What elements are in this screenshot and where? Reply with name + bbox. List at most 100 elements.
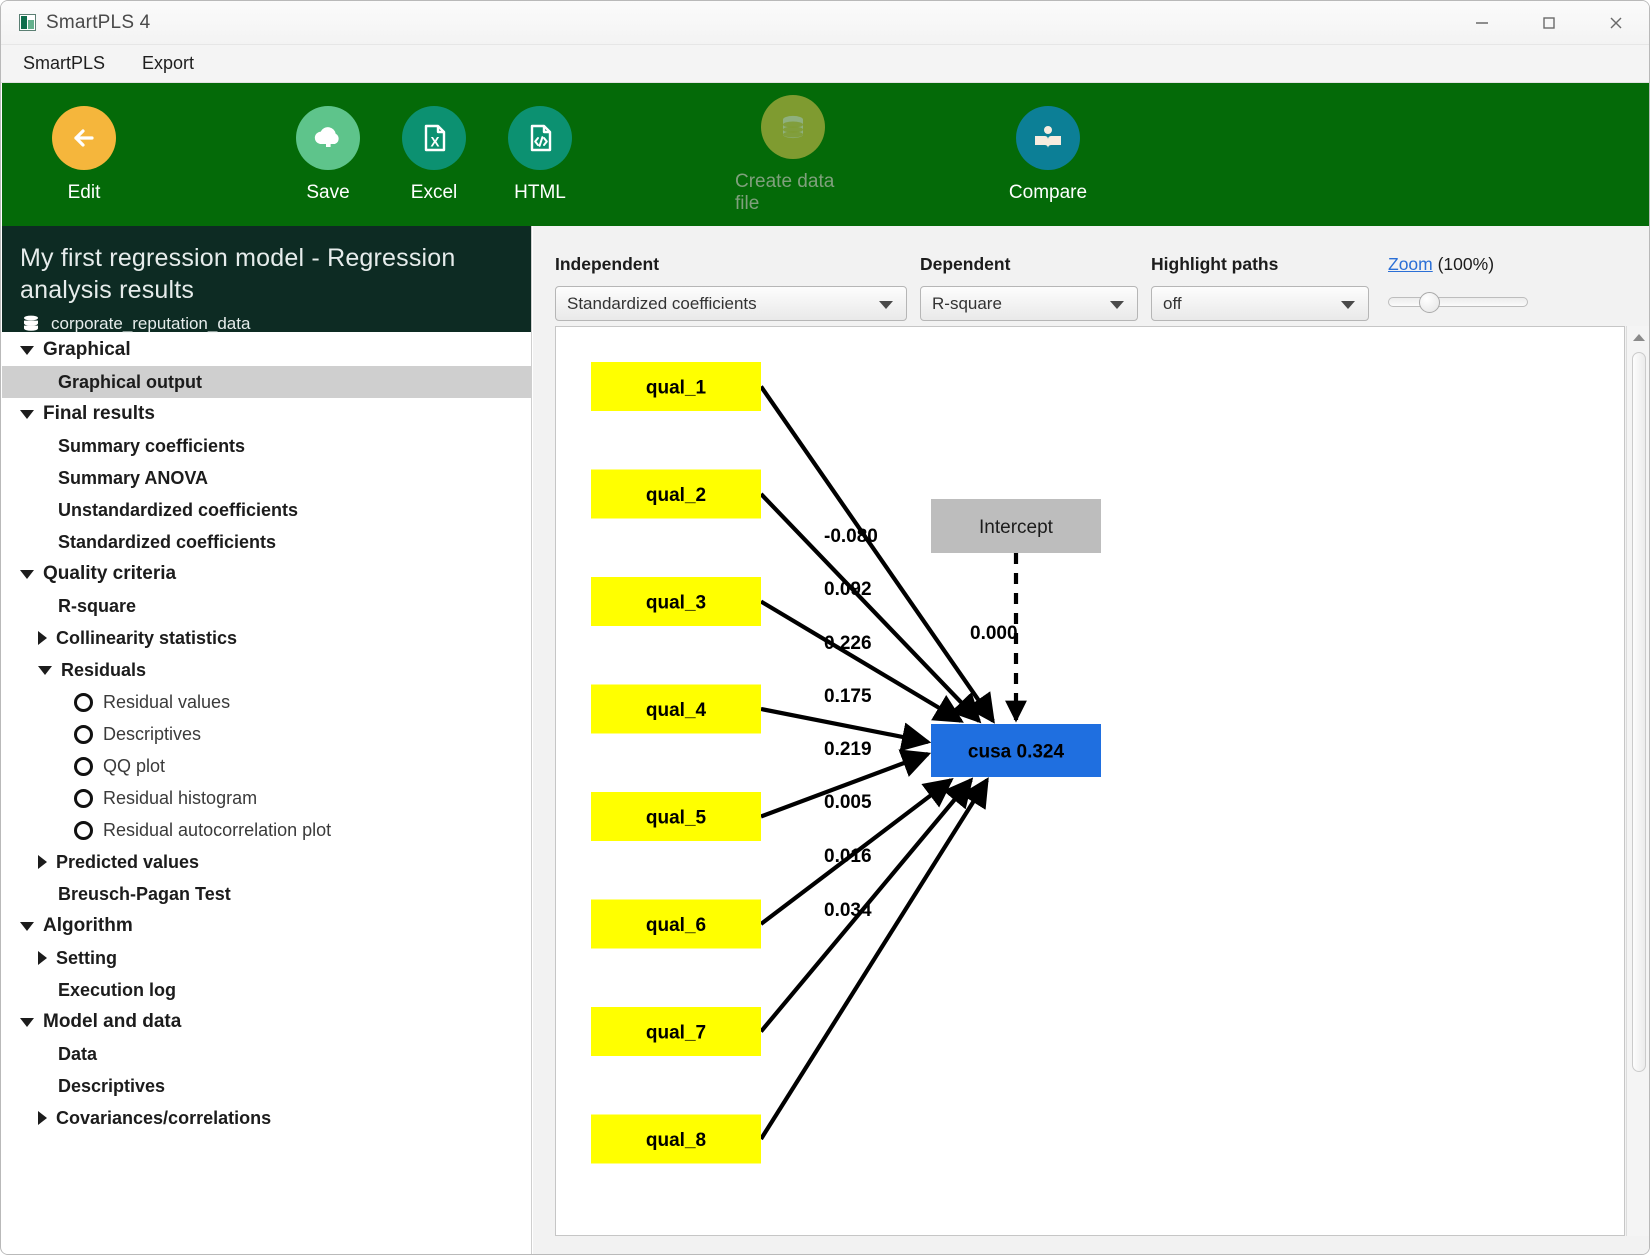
caret-down-icon[interactable]	[20, 346, 34, 355]
path-coefficient-qual_6: 0.005	[824, 792, 872, 813]
path-coefficient-qual_4: 0.175	[824, 686, 872, 707]
scrollbar-thumb[interactable]	[1632, 352, 1646, 1072]
sidebar-item-label: Graphical output	[58, 372, 202, 393]
toolbar-label-edit: Edit	[68, 182, 101, 204]
path-edge-qual_4[interactable]	[761, 709, 928, 742]
sidebar-item-descriptives[interactable]: Descriptives	[2, 1070, 531, 1102]
toolbar-button-excel[interactable]: X Excel	[376, 106, 492, 204]
sidebar-item-residual-autocorrelation-plot[interactable]: Residual autocorrelation plot	[2, 814, 531, 846]
sidebar-item-final-results[interactable]: Final results	[2, 398, 531, 430]
radio-circle-icon[interactable]	[74, 693, 93, 712]
sidebar-item-data[interactable]: Data	[2, 1038, 531, 1070]
predictor-node-label: qual_5	[646, 808, 707, 829]
sidebar-item-algorithm[interactable]: Algorithm	[2, 910, 531, 942]
path-coefficient-qual_7: 0.016	[824, 846, 872, 867]
scroll-up-icon[interactable]	[1633, 334, 1645, 341]
caret-right-icon[interactable]	[38, 631, 47, 645]
menu-item-smartpls[interactable]: SmartPLS	[21, 49, 107, 78]
zoom-control: Zoom (100%)	[1388, 254, 1528, 318]
chevron-down-icon	[879, 301, 893, 309]
sidebar-item-descriptives[interactable]: Descriptives	[2, 718, 531, 750]
sidebar-item-residual-histogram[interactable]: Residual histogram	[2, 782, 531, 814]
sidebar-item-r-square[interactable]: R-square	[2, 590, 531, 622]
title-bar: SmartPLS 4	[1, 1, 1649, 45]
sidebar-item-quality-criteria[interactable]: Quality criteria	[2, 558, 531, 590]
sidebar-item-label: Standardized coefficients	[58, 532, 276, 553]
caret-down-icon[interactable]	[38, 666, 52, 675]
sidebar-item-label: Execution log	[58, 980, 176, 1001]
sidebar-item-summary-coefficients[interactable]: Summary coefficients	[2, 430, 531, 462]
sidebar-item-label: R-square	[58, 596, 136, 617]
sidebar-item-qq-plot[interactable]: QQ plot	[2, 750, 531, 782]
window-controls	[1448, 1, 1649, 45]
maximize-icon[interactable]	[1515, 1, 1582, 45]
window-title: SmartPLS 4	[46, 12, 150, 34]
toolbar-label-excel: Excel	[411, 182, 457, 204]
sidebar-item-label: Residual values	[103, 692, 230, 713]
smartpls-window: SmartPLS 4 SmartPLS Export	[0, 0, 1650, 1255]
highlight-paths-select[interactable]: off	[1151, 286, 1369, 321]
smartpls-logo-icon	[19, 14, 36, 31]
sidebar-item-residuals[interactable]: Residuals	[2, 654, 531, 686]
sidebar-item-model-and-data[interactable]: Model and data	[2, 1006, 531, 1038]
sidebar-item-label: Quality criteria	[43, 563, 176, 585]
predictor-node-label: qual_8	[646, 1130, 706, 1151]
cloud-upload-icon	[296, 106, 360, 170]
toolbar-button-create-data-file[interactable]: Create data file	[735, 95, 851, 215]
sidebar-item-covariances-correlations[interactable]: Covariances/correlations	[2, 1102, 531, 1134]
sidebar-item-label: Descriptives	[58, 1076, 165, 1097]
regression-path-diagram: qual_1qual_2qual_3qual_4qual_5qual_6qual…	[556, 327, 1625, 1236]
radio-circle-icon[interactable]	[74, 821, 93, 840]
zoom-link[interactable]: Zoom	[1388, 254, 1433, 274]
sidebar-item-graphical-output[interactable]: Graphical output	[2, 366, 531, 398]
highlight-paths-control: Highlight paths off	[1151, 254, 1369, 321]
back-arrow-icon	[52, 106, 116, 170]
caret-right-icon[interactable]	[38, 1111, 47, 1125]
caret-down-icon[interactable]	[20, 1018, 34, 1027]
sidebar-item-collinearity-statistics[interactable]: Collinearity statistics	[2, 622, 531, 654]
sidebar-item-label: Summary ANOVA	[58, 468, 208, 489]
sidebar-item-label: QQ plot	[103, 756, 165, 777]
caret-down-icon[interactable]	[20, 570, 34, 579]
caret-down-icon[interactable]	[20, 922, 34, 931]
sidebar-item-unstandardized-coefficients[interactable]: Unstandardized coefficients	[2, 494, 531, 526]
minimize-icon[interactable]	[1448, 1, 1515, 45]
path-edge-qual_8[interactable]	[761, 780, 987, 1139]
sidebar-item-residual-values[interactable]: Residual values	[2, 686, 531, 718]
menu-item-export[interactable]: Export	[140, 49, 196, 78]
toolbar-button-html[interactable]: HTML	[482, 106, 598, 204]
sidebar-item-graphical[interactable]: Graphical	[2, 334, 531, 366]
sidebar-item-execution-log[interactable]: Execution log	[2, 974, 531, 1006]
sidebar-item-standardized-coefficients[interactable]: Standardized coefficients	[2, 526, 531, 558]
page-title: My first regression model - Regression a…	[20, 242, 513, 306]
toolbar-button-compare[interactable]: Compare	[990, 106, 1106, 204]
radio-circle-icon[interactable]	[74, 725, 93, 744]
sidebar-item-summary-anova[interactable]: Summary ANOVA	[2, 462, 531, 494]
radio-circle-icon[interactable]	[74, 789, 93, 808]
close-icon[interactable]	[1582, 1, 1649, 45]
zoom-slider[interactable]	[1388, 286, 1528, 318]
caret-right-icon[interactable]	[38, 951, 47, 965]
independent-label: Independent	[555, 254, 907, 275]
diagram-canvas[interactable]: qual_1qual_2qual_3qual_4qual_5qual_6qual…	[555, 326, 1625, 1236]
sidebar-item-breusch-pagan-test[interactable]: Breusch-Pagan Test	[2, 878, 531, 910]
path-coefficient-qual_8: 0.034	[824, 900, 872, 921]
sidebar-item-label: Final results	[43, 403, 155, 425]
toolbar-button-edit[interactable]: Edit	[26, 106, 142, 204]
radio-circle-icon[interactable]	[74, 757, 93, 776]
diagram-nodes: qual_1qual_2qual_3qual_4qual_5qual_6qual…	[591, 362, 1101, 1164]
sidebar-item-label: Unstandardized coefficients	[58, 500, 298, 521]
toolbar-button-save[interactable]: Save	[270, 106, 386, 204]
predictor-node-label: qual_2	[646, 485, 706, 506]
sidebar-item-setting[interactable]: Setting	[2, 942, 531, 974]
dependent-select[interactable]: R-square	[920, 286, 1138, 321]
open-book-icon	[1016, 106, 1080, 170]
excel-file-icon: X	[402, 106, 466, 170]
caret-down-icon[interactable]	[20, 410, 34, 419]
caret-right-icon[interactable]	[38, 855, 47, 869]
dependent-value: R-square	[932, 294, 1002, 314]
canvas-vertical-scrollbar[interactable]	[1626, 326, 1650, 1236]
zoom-slider-thumb[interactable]	[1419, 292, 1440, 313]
sidebar-item-predicted-values[interactable]: Predicted values	[2, 846, 531, 878]
independent-select[interactable]: Standardized coefficients	[555, 286, 907, 321]
